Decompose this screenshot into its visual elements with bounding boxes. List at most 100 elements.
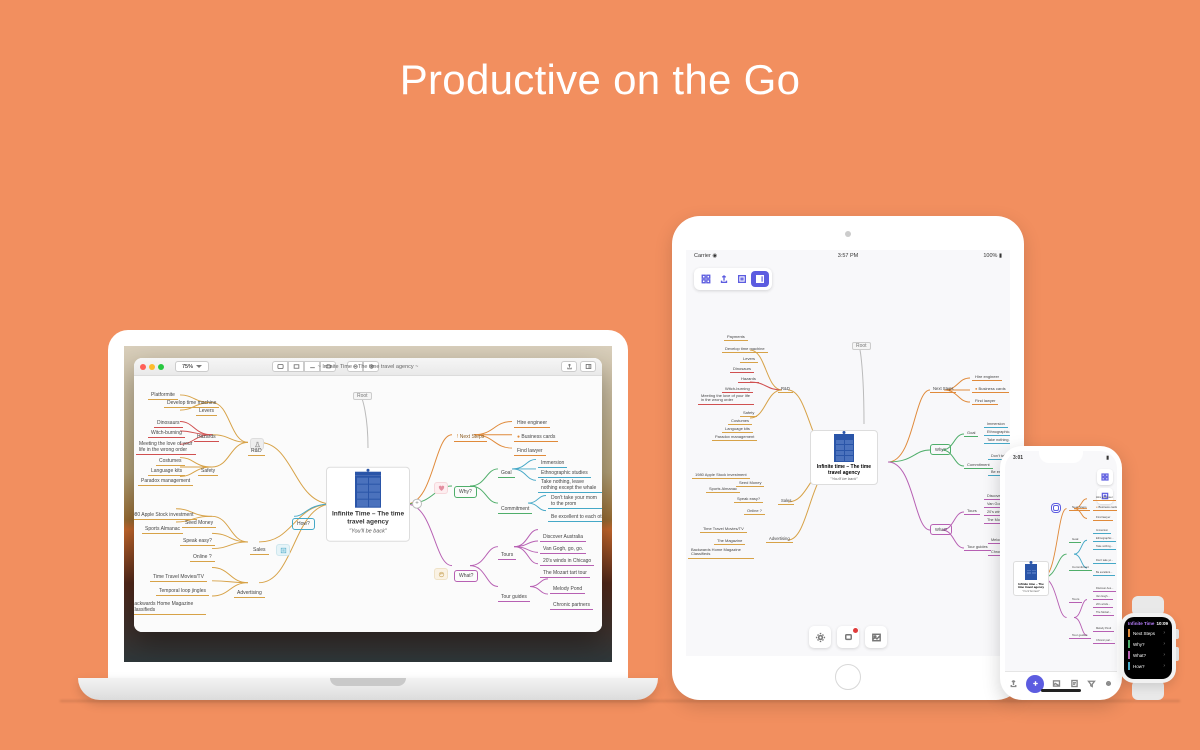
inspector-toggle-button[interactable] [580,361,596,372]
node-chronic[interactable]: Chronic partners [550,602,593,610]
node-15[interactable]: The Mozart... [1093,611,1114,616]
node-levers[interactable]: Levers [196,408,217,416]
node-ethno[interactable]: Ethnographic studies [538,470,591,478]
node-nextsteps[interactable]: Next Steps [930,386,956,393]
node-mozart[interactable]: The Mozart tart tour [540,570,590,578]
mindmap-canvas[interactable]: Root Infinite Time – The time travel age… [134,376,602,632]
toolbar-expand-button[interactable] [363,361,379,372]
node-almanac[interactable]: Sports Almanac [142,526,183,534]
node-jingles[interactable]: Temporal loop jingles [156,588,209,596]
side-button[interactable] [1176,647,1179,661]
node-excellent[interactable]: Be excellent to each other [548,514,602,522]
node-how[interactable]: How? [292,518,315,530]
documents-button[interactable] [697,271,715,287]
node-10[interactable]: Be excellent... [1093,571,1115,576]
node-take[interactable]: Take nothing... [984,438,1010,444]
tab-share[interactable] [1009,679,1018,689]
node-5[interactable]: Immersion [1093,529,1111,534]
node-speak[interactable]: Speak easy? [180,538,215,546]
node-guides[interactable]: Tour guides [498,594,530,602]
node-sales[interactable]: Sales [250,547,269,555]
node-rd[interactable]: R&D [248,448,265,456]
node-apple[interactable]: 1980 Apple Stock investment [692,472,750,479]
node-advertising[interactable]: Advertising [766,536,793,543]
node-what[interactable]: What? [930,524,952,535]
node-tv[interactable]: Time Travel Movies/TV [150,574,207,582]
node-7[interactable]: Take nothing... [1093,545,1116,550]
iphone-mindmap-canvas[interactable]: Infinite time – The time travel agency "… [1009,469,1113,667]
node-immersion[interactable]: Immersion [538,460,567,468]
node-tours[interactable]: Tours [498,552,516,560]
node-safety[interactable]: Safety [740,410,757,417]
node-apple[interactable]: 1980 Apple Stock investment [134,512,197,520]
node-what[interactable]: What? [454,570,478,582]
node-rd[interactable]: R&D [778,386,793,393]
node-platformite[interactable]: Platformite [148,392,178,400]
outline-button[interactable] [733,271,751,287]
node-0[interactable]: Next Steps [1069,505,1090,511]
node-paradox[interactable]: Paradox management [712,434,757,441]
node-advertising[interactable]: Advertising [234,590,265,598]
node-2[interactable]: ● Business cards [1093,505,1117,511]
node-melody[interactable]: Melody Pond [550,586,585,594]
selected-handle[interactable] [1053,505,1059,511]
node-seed[interactable]: Seed Money [182,520,216,528]
toolbar-collapse-button[interactable] [347,361,363,372]
node-1[interactable]: Hire engineer [1093,495,1116,501]
node-language[interactable]: Language kits [148,468,185,476]
node-hire[interactable]: Hire engineer [972,374,1002,381]
iphone-home-indicator[interactable] [1041,689,1081,692]
node-12[interactable]: Discover Aus... [1093,587,1116,592]
node-cards[interactable]: ● Business cards [972,386,1009,393]
tab-notes[interactable] [1070,679,1079,689]
toolbar-rounded-rect-button[interactable] [272,361,288,372]
center-topic[interactable]: Infinite Time – The time travel agency "… [326,467,410,542]
node-9[interactable]: Don't take yo... [1093,559,1116,564]
node-14[interactable]: 20's winds... [1093,603,1113,608]
node-costumes[interactable]: Costumes [728,418,752,425]
window-zoom-button[interactable] [158,364,164,370]
node-jingles[interactable]: The Magazine [714,538,745,545]
node-levers[interactable]: Levers [740,356,758,363]
toolbar-rect-button[interactable] [288,361,304,372]
window-close-button[interactable] [140,364,146,370]
tab-filter[interactable] [1087,679,1096,689]
node-payments[interactable]: Payments [724,334,748,341]
node-vg[interactable]: Van Gogh, go, go. [540,546,586,554]
node-winds[interactable]: 20's winds in Chicago [540,558,594,566]
node-6[interactable]: Ethnographic... [1093,537,1116,542]
node-13[interactable]: Van Gogh... [1093,595,1113,600]
node-mom[interactable]: Don't take your mom to the prom [548,496,602,509]
node-ethno[interactable]: Ethnographic... [984,430,1010,436]
image-button[interactable] [865,626,887,648]
node-meeting[interactable]: Meeting the love of your life in the wro… [136,442,196,455]
node-language[interactable]: Language kits [722,426,753,433]
node-tours[interactable]: Tours [964,508,980,515]
node-tv[interactable]: Time Travel Movies/TV [700,526,747,533]
center-topic[interactable]: Infinite time – The time travel agency "… [1013,561,1049,596]
node-meeting[interactable]: Meeting the love of your life in the wro… [698,394,754,405]
toolbar-underline-button[interactable] [304,361,320,372]
node-commitment[interactable]: Commitment [498,506,532,514]
ipad-mindmap-canvas[interactable]: Root Infinite time – The time travel age… [692,290,1004,616]
expand-right-button[interactable] [412,499,422,509]
node-costumes[interactable]: Costumes [156,458,185,466]
node-dinosaurs[interactable]: Dinosaurs [730,366,754,373]
settings-button[interactable] [809,626,831,648]
node-18[interactable]: Chronic part... [1093,639,1115,644]
watch-row-3[interactable]: How?› [1128,662,1168,670]
inspector-button[interactable] [751,271,769,287]
toolbar-pill-button[interactable] [320,361,336,372]
node-safety[interactable]: Safety [198,468,218,476]
share-button[interactable] [715,271,733,287]
node-witch[interactable]: Witch-burning [148,430,185,438]
node-8[interactable]: Commitment [1069,565,1092,571]
window-minimize-button[interactable] [149,364,155,370]
node-lawyer[interactable]: Find lawyer [972,398,998,405]
center-topic[interactable]: Infinite time – The time travel agency "… [810,430,878,485]
node-commitment[interactable]: Commitment [964,462,993,469]
node-speak[interactable]: Speak easy? [734,496,763,503]
node-lawyer[interactable]: Find lawyer [514,448,546,456]
share-button[interactable] [561,361,577,372]
notifications-button[interactable] [837,626,859,648]
